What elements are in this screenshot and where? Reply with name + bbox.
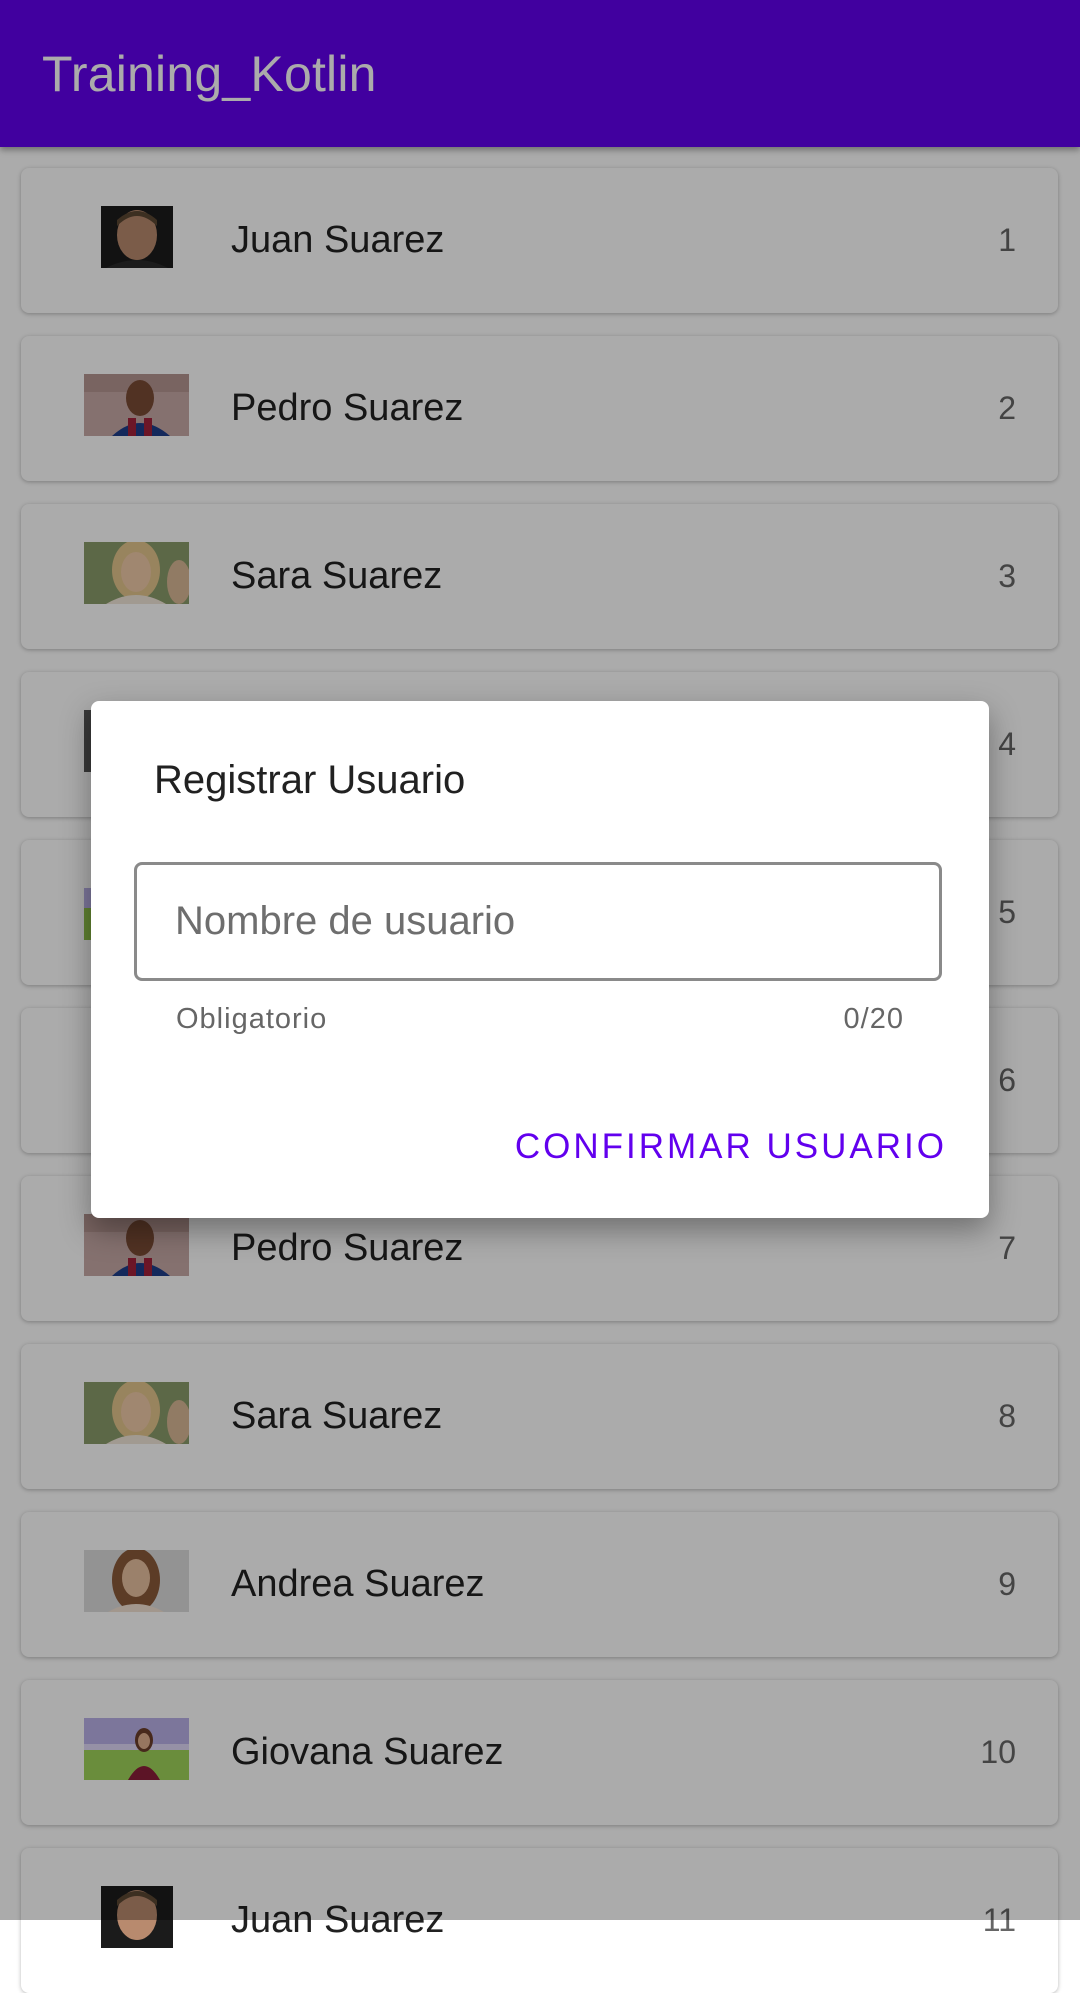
character-counter: 0/20 [843, 1003, 904, 1035]
username-input[interactable] [175, 865, 905, 978]
dialog-title: Registrar Usuario [154, 758, 466, 802]
helper-text: Obligatorio [176, 1003, 328, 1035]
username-text-field[interactable] [134, 862, 942, 981]
confirm-user-button[interactable]: CONFIRMAR USUARIO [515, 1125, 947, 1169]
register-user-dialog: Registrar Usuario Obligatorio 0/20 CONFI… [91, 701, 989, 1218]
